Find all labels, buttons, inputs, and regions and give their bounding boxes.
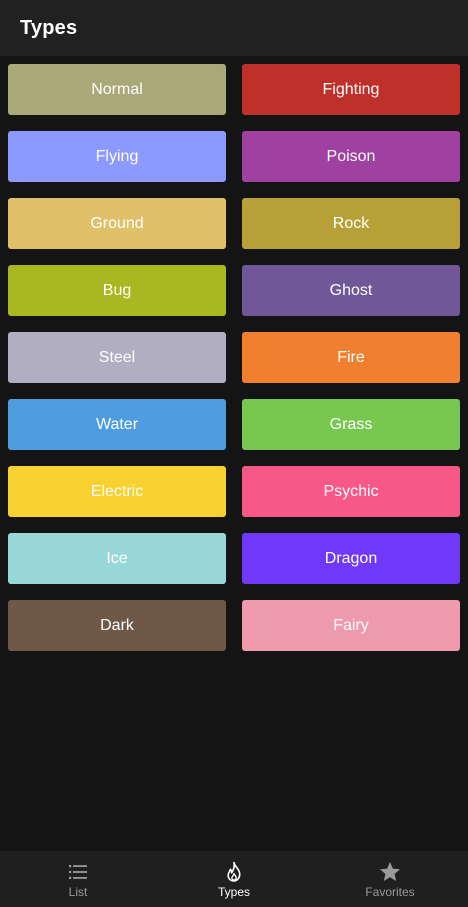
nav-label-favorites: Favorites (365, 884, 415, 899)
type-button-normal[interactable]: Normal (8, 64, 226, 115)
nav-item-list[interactable]: List (0, 851, 156, 907)
type-button-water[interactable]: Water (8, 399, 226, 450)
type-button-grass[interactable]: Grass (242, 399, 460, 450)
flame-icon (227, 861, 241, 882)
type-button-flying[interactable]: Flying (8, 131, 226, 182)
bottom-navigation: List Types Favorites (0, 851, 468, 907)
type-button-dark[interactable]: Dark (8, 600, 226, 651)
type-button-fire[interactable]: Fire (242, 332, 460, 383)
nav-item-favorites[interactable]: Favorites (312, 851, 468, 907)
star-icon (380, 861, 400, 881)
list-icon (69, 864, 87, 879)
type-button-bug[interactable]: Bug (8, 265, 226, 316)
type-button-electric[interactable]: Electric (8, 466, 226, 517)
type-button-fairy[interactable]: Fairy (242, 600, 460, 651)
type-button-ghost[interactable]: Ghost (242, 265, 460, 316)
type-button-rock[interactable]: Rock (242, 198, 460, 249)
page-title: Types (20, 16, 78, 39)
type-button-ice[interactable]: Ice (8, 533, 226, 584)
type-button-poison[interactable]: Poison (242, 131, 460, 182)
nav-label-list: List (68, 884, 88, 899)
nav-item-types[interactable]: Types (156, 851, 312, 907)
nav-label-types: Types (217, 884, 250, 899)
types-grid: Normal Fighting Flying Poison Ground Roc… (8, 64, 460, 651)
type-button-fighting[interactable]: Fighting (242, 64, 460, 115)
type-button-dragon[interactable]: Dragon (242, 533, 460, 584)
type-button-ground[interactable]: Ground (8, 198, 226, 249)
type-button-steel[interactable]: Steel (8, 332, 226, 383)
type-button-psychic[interactable]: Psychic (242, 466, 460, 517)
app-bar: Types (0, 0, 468, 56)
